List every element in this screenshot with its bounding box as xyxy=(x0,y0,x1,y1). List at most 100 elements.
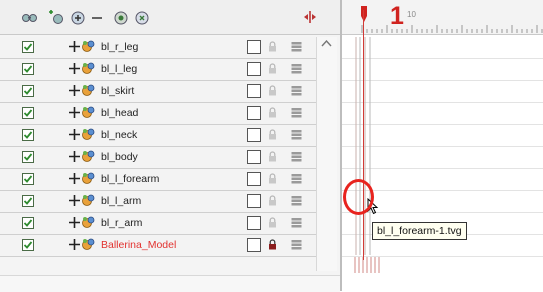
layer-stack-icon[interactable] xyxy=(291,217,302,228)
ruler-ticks xyxy=(361,25,543,33)
lock-icon[interactable] xyxy=(268,85,277,96)
peg-layer-icon xyxy=(82,172,95,184)
layer-row[interactable]: bl_neck xyxy=(0,125,316,147)
layer-row[interactable]: bl_r_arm xyxy=(0,213,316,235)
current-frame-number: 1 xyxy=(390,2,404,30)
layer-stack-icon[interactable] xyxy=(291,151,302,162)
add-layer-icon[interactable] xyxy=(70,9,87,26)
layer-stack-icon[interactable] xyxy=(291,173,302,184)
add-drawing-layer-icon[interactable] xyxy=(47,9,64,26)
peg-layer-icon xyxy=(82,106,95,118)
add-peg-icon[interactable] xyxy=(113,9,130,26)
layer-stack-icon[interactable] xyxy=(291,63,302,74)
layer-enable-checkbox[interactable] xyxy=(22,107,34,119)
highlight-circle xyxy=(343,179,374,215)
layer-name[interactable]: bl_l_arm xyxy=(101,195,141,207)
layer-color-swatch[interactable] xyxy=(247,40,261,54)
layer-row[interactable]: bl_l_forearm xyxy=(0,169,316,191)
layer-stack-icon[interactable] xyxy=(291,107,302,118)
layer-name[interactable]: bl_r_leg xyxy=(101,41,138,53)
layer-row[interactable]: bl_r_leg xyxy=(0,37,316,59)
layer-name[interactable]: Ballerina_Model xyxy=(101,239,176,251)
layer-row[interactable]: bl_skirt xyxy=(0,81,316,103)
layer-name[interactable]: bl_head xyxy=(101,107,138,119)
toolbar-divider xyxy=(0,34,340,35)
layer-row[interactable]: bl_l_arm xyxy=(0,191,316,213)
layer-enable-checkbox[interactable] xyxy=(22,63,34,75)
lock-icon[interactable] xyxy=(268,129,277,140)
onion-skin-icon[interactable] xyxy=(303,10,317,24)
layer-enable-checkbox[interactable] xyxy=(22,151,34,163)
layer-color-swatch[interactable] xyxy=(247,216,261,230)
layer-stack-icon[interactable] xyxy=(291,239,302,250)
add-layers-icon[interactable] xyxy=(21,9,38,26)
layer-row[interactable]: Ballerina_Model xyxy=(0,235,316,257)
playhead-marker-icon[interactable] xyxy=(361,6,367,22)
peg-layer-icon xyxy=(82,194,95,206)
peg-layer-icon xyxy=(82,216,95,228)
layers-bottom-bar xyxy=(0,275,340,292)
layer-stack-icon[interactable] xyxy=(291,85,302,96)
layer-list-scrollbar[interactable] xyxy=(316,37,337,271)
scroll-up-arrow-icon[interactable] xyxy=(321,40,332,47)
layer-enable-checkbox[interactable] xyxy=(22,41,34,53)
checkmark-icon xyxy=(23,87,33,95)
layer-name[interactable]: bl_skirt xyxy=(101,85,134,97)
timeline-panel: 10 1 xyxy=(340,0,543,291)
layer-enable-checkbox[interactable] xyxy=(22,195,34,207)
layer-enable-checkbox[interactable] xyxy=(22,217,34,229)
lock-icon[interactable] xyxy=(268,41,277,52)
lock-icon[interactable] xyxy=(268,217,277,228)
layer-stack-icon[interactable] xyxy=(291,41,302,52)
model-exposure-cells xyxy=(354,257,380,273)
layer-row[interactable]: bl_l_leg xyxy=(0,59,316,81)
layer-list: bl_r_leg bl_l_leg bl_skirt bl_head bl_ne… xyxy=(0,37,316,257)
layer-stack-icon[interactable] xyxy=(291,195,302,206)
layer-enable-checkbox[interactable] xyxy=(22,85,34,97)
checkmark-icon xyxy=(23,175,33,183)
checkmark-icon xyxy=(23,153,33,161)
lock-icon[interactable] xyxy=(268,63,277,74)
lock-icon[interactable] xyxy=(268,195,277,206)
layers-panel: bl_r_leg bl_l_leg bl_skirt bl_head bl_ne… xyxy=(0,0,340,292)
playhead-line xyxy=(363,10,364,260)
layer-name[interactable]: bl_l_forearm xyxy=(101,173,159,185)
layer-color-swatch[interactable] xyxy=(247,172,261,186)
layer-color-swatch[interactable] xyxy=(247,128,261,142)
layer-stack-icon[interactable] xyxy=(291,129,302,140)
peg-layer-icon xyxy=(82,150,95,162)
delete-layer-icon[interactable] xyxy=(89,9,106,26)
layer-color-swatch[interactable] xyxy=(247,150,261,164)
frame-ruler[interactable]: 10 1 xyxy=(342,0,543,35)
layer-name[interactable]: bl_r_arm xyxy=(101,217,142,229)
ruler-label: 10 xyxy=(407,10,416,19)
layer-toolbar xyxy=(0,0,340,34)
checkmark-icon xyxy=(23,241,33,249)
peg-layer-icon xyxy=(82,40,95,52)
layer-row[interactable]: bl_head xyxy=(0,103,316,125)
checkmark-icon xyxy=(23,219,33,227)
layer-row[interactable]: bl_body xyxy=(0,147,316,169)
lock-icon[interactable] xyxy=(268,239,277,250)
layer-color-swatch[interactable] xyxy=(247,84,261,98)
layer-name[interactable]: bl_neck xyxy=(101,129,137,141)
layer-color-swatch[interactable] xyxy=(247,62,261,76)
lock-icon[interactable] xyxy=(268,107,277,118)
lock-icon[interactable] xyxy=(268,173,277,184)
add-peg-layer-icon[interactable] xyxy=(134,9,151,26)
layer-name[interactable]: bl_l_leg xyxy=(101,63,137,75)
layer-name[interactable]: bl_body xyxy=(101,151,138,163)
tooltip: bl_l_forearm-1.tvg xyxy=(372,222,467,240)
layer-enable-checkbox[interactable] xyxy=(22,239,34,251)
layer-color-swatch[interactable] xyxy=(247,194,261,208)
peg-layer-icon xyxy=(82,128,95,140)
layer-enable-checkbox[interactable] xyxy=(22,173,34,185)
layer-color-swatch[interactable] xyxy=(247,238,261,252)
layer-enable-checkbox[interactable] xyxy=(22,129,34,141)
peg-layer-icon xyxy=(82,62,95,74)
lock-icon[interactable] xyxy=(268,151,277,162)
checkmark-icon xyxy=(23,131,33,139)
layer-color-swatch[interactable] xyxy=(247,106,261,120)
checkmark-icon xyxy=(23,109,33,117)
checkmark-icon xyxy=(23,197,33,205)
